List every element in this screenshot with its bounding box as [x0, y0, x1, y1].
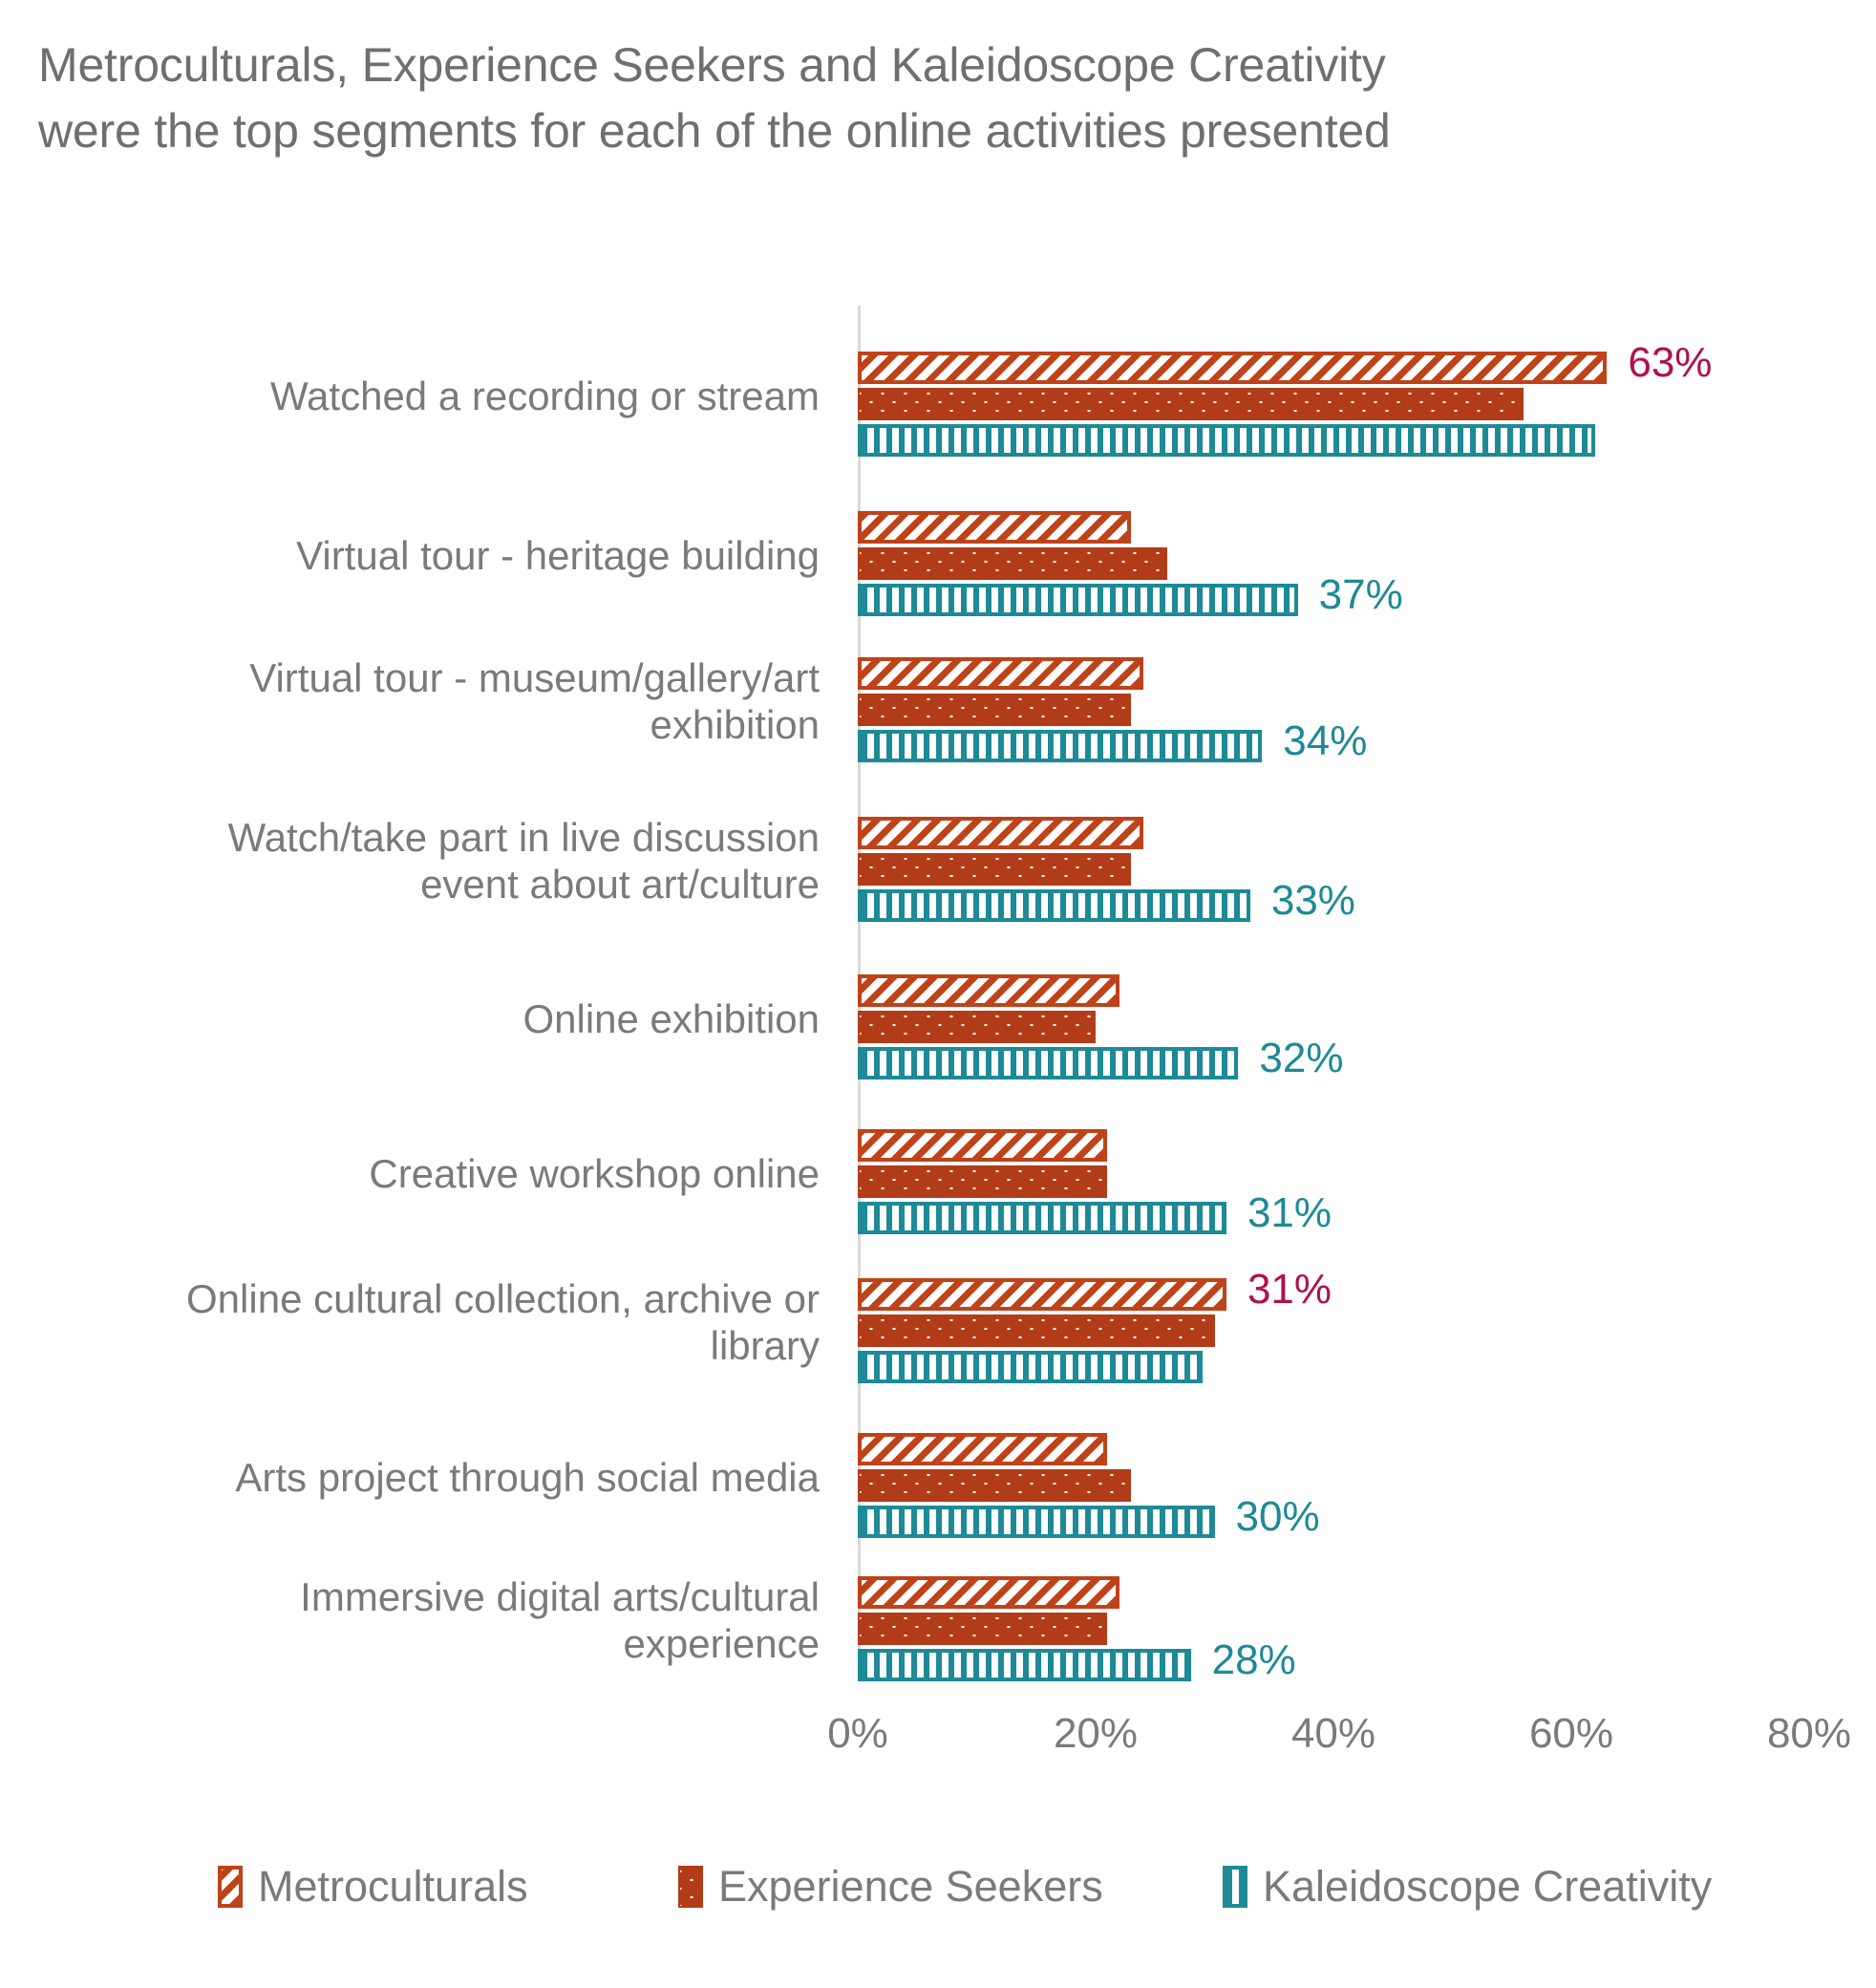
category-label: Online cultural collection, archive or li…: [0, 1276, 820, 1369]
x-axis-tick: 40%: [1290, 1710, 1376, 1757]
x-axis-tick: 60%: [1528, 1710, 1614, 1757]
category-label-line: exhibition: [650, 701, 820, 747]
category-label-line: Online exhibition: [522, 995, 820, 1041]
category-label: Watch/take part in live discussion event …: [0, 815, 820, 908]
bar-metroculturals: [858, 511, 1132, 544]
bar-experience-seekers: [858, 1011, 1096, 1043]
bar-metroculturals: [858, 352, 1608, 384]
category-label: Virtual tour - heritage building: [0, 533, 820, 580]
bar-kaleidoscope-creativity: [858, 1506, 1215, 1538]
bar-group: 32%: [858, 974, 1876, 1080]
legend-label: Kaleidoscope Creativity: [1263, 1862, 1713, 1911]
bar-experience-seekers: [858, 1315, 1215, 1347]
legend-label: Experience Seekers: [718, 1862, 1103, 1911]
dotted-swatch: [678, 1866, 703, 1908]
bar-metroculturals: [858, 1576, 1119, 1609]
category-label: Creative workshop online: [0, 1151, 820, 1198]
category-label-line: experience: [623, 1620, 820, 1666]
bar-metroculturals: [858, 1433, 1108, 1465]
category-label-line: Immersive digital arts/cultural: [300, 1574, 820, 1619]
bar-metroculturals: [858, 974, 1119, 1007]
bar-group: 30%: [858, 1433, 1876, 1538]
bar-metroculturals: [858, 657, 1143, 690]
x-axis-tick: 80%: [1766, 1710, 1852, 1757]
bar-kaleidoscope-creativity: [858, 424, 1595, 457]
category-label: Watched a recording or stream: [0, 374, 820, 420]
diagonal-hatch-swatch: [218, 1866, 243, 1908]
category-label-line: Watch/take part in live discussion: [227, 815, 820, 860]
vertical-hatch-swatch: [1223, 1866, 1247, 1908]
bar-kaleidoscope-creativity: [858, 1649, 1191, 1681]
category-label-line: Virtual tour - heritage building: [296, 532, 820, 578]
data-label: 30%: [1235, 1493, 1320, 1540]
bar-group: 63%: [858, 342, 1876, 457]
category-label-line: Arts project through social media: [235, 1454, 820, 1500]
bar-kaleidoscope-creativity: [858, 1047, 1239, 1080]
bar-kaleidoscope-creativity: [858, 1351, 1204, 1383]
data-label: 28%: [1211, 1636, 1296, 1683]
bar-experience-seekers: [858, 1165, 1108, 1198]
category-label: Arts project through social media: [0, 1455, 820, 1502]
category-label-line: event about art/culture: [420, 861, 820, 907]
bar-kaleidoscope-creativity: [858, 1202, 1226, 1234]
bar-experience-seekers: [858, 388, 1524, 420]
x-axis-tick: 0%: [827, 1710, 888, 1757]
legend-label: Metroculturals: [258, 1862, 528, 1911]
bar-kaleidoscope-creativity: [858, 889, 1250, 922]
x-axis-tick: 20%: [1053, 1710, 1139, 1757]
bar-experience-seekers: [858, 547, 1167, 580]
category-label-line: Watched a recording or stream: [269, 373, 820, 418]
data-label: 63%: [1628, 339, 1713, 386]
data-label: 31%: [1247, 1266, 1332, 1313]
bar-metroculturals: [858, 1278, 1226, 1311]
data-label: 32%: [1259, 1035, 1344, 1081]
category-label-line: library: [710, 1322, 820, 1368]
category-label-line: Creative workshop online: [369, 1150, 820, 1196]
bar-experience-seekers: [858, 853, 1132, 886]
bar-experience-seekers: [858, 1613, 1108, 1645]
category-label: Immersive digital arts/cultural experienc…: [0, 1574, 820, 1667]
bar-group: 33%: [858, 817, 1876, 922]
bar-series-container: 63% 37% 34% 33% 32% 31% 31% 30% 28%: [858, 306, 1876, 1691]
bar-experience-seekers: [858, 694, 1132, 726]
category-label-line: Online cultural collection, archive or: [186, 1276, 820, 1321]
chart-legend: Metroculturals Experience Seekers Kaleidos…: [0, 1853, 1876, 1939]
data-label: 31%: [1247, 1189, 1332, 1236]
x-axis-tick-labels: 0% 20% 40% 60% 80%: [0, 1710, 1876, 1777]
bar-metroculturals: [858, 817, 1143, 849]
chart-plot-area: Watched a recording or stream Virtual tou…: [0, 306, 1876, 1691]
bar-kaleidoscope-creativity: [858, 730, 1263, 762]
legend-item-metroculturals[interactable]: Metroculturals: [218, 1853, 528, 1920]
category-axis-labels: Watched a recording or stream Virtual tou…: [0, 306, 841, 1691]
data-label: 33%: [1270, 877, 1355, 924]
bar-kaleidoscope-creativity: [858, 584, 1298, 616]
bar-group: 28%: [858, 1576, 1876, 1681]
legend-item-kaleidoscope-creativity[interactable]: Kaleidoscope Creativity: [1223, 1853, 1712, 1920]
data-label: 34%: [1283, 717, 1368, 764]
legend-item-experience-seekers[interactable]: Experience Seekers: [678, 1853, 1103, 1920]
bar-experience-seekers: [858, 1469, 1132, 1502]
bar-group: 37%: [858, 511, 1876, 616]
data-label: 37%: [1318, 571, 1403, 618]
bar-metroculturals: [858, 1129, 1108, 1162]
page-title: Metroculturals, Experience Seekers and K…: [38, 38, 1391, 158]
category-label: Online exhibition: [0, 996, 820, 1043]
category-label: Virtual tour - museum/gallery/art exhibit…: [0, 655, 820, 748]
bar-group: 31%: [858, 1129, 1876, 1234]
bar-group: 31%: [858, 1269, 1876, 1383]
bar-group: 34%: [858, 657, 1876, 762]
category-label-line: Virtual tour - museum/gallery/art: [249, 655, 820, 700]
